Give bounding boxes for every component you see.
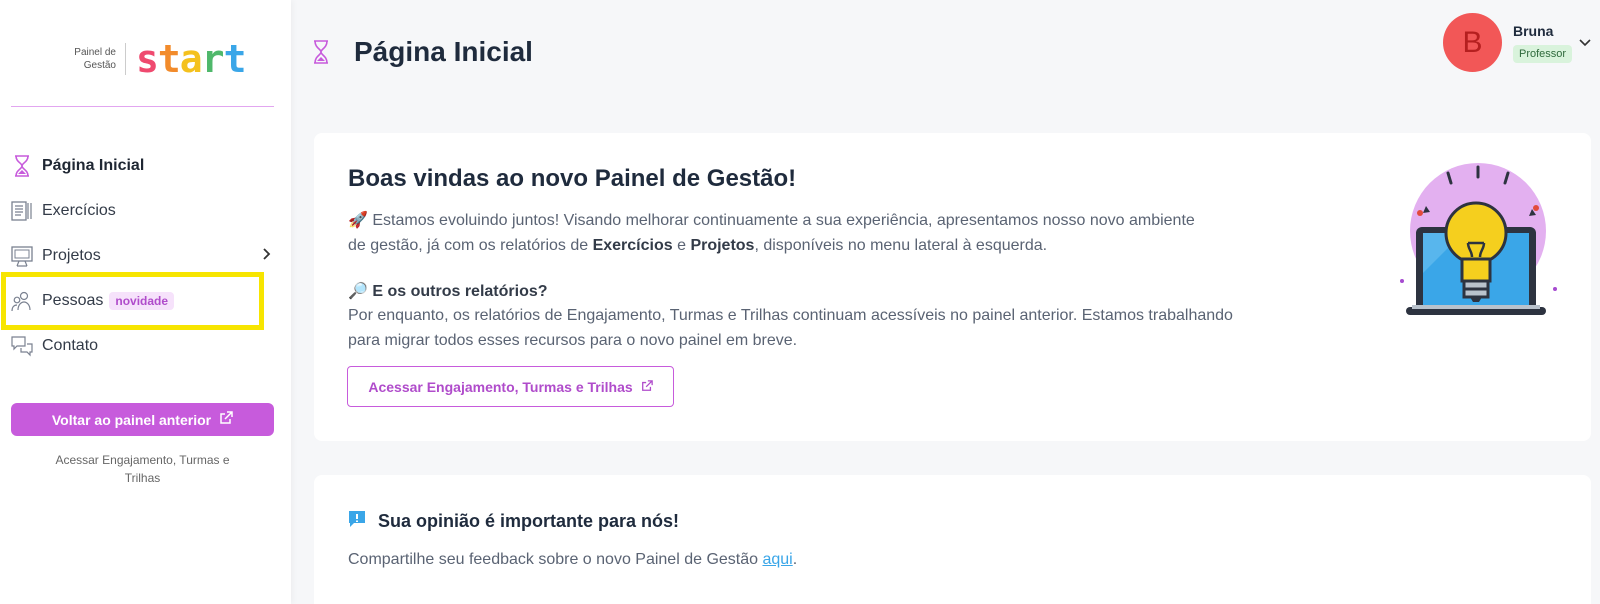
people-icon: [11, 290, 33, 312]
logo-letter: t: [157, 37, 181, 81]
back-button-caption: Acessar Engajamento, Turmas e Trilhas: [55, 453, 230, 485]
new-badge: novidade: [109, 291, 175, 310]
sidebar-item-label: Exercícios: [42, 201, 116, 219]
hourglass-icon: [312, 40, 330, 69]
feedback-link[interactable]: aqui: [762, 551, 792, 568]
monitor-icon: [11, 245, 33, 267]
chevron-right-icon: [262, 245, 272, 266]
lightbulb-laptop-illustration: [1400, 163, 1557, 315]
sidebar-item-exercicios[interactable]: Exercícios: [0, 188, 291, 233]
back-button-label: Voltar ao painel anterior: [51, 411, 212, 428]
welcome-text: , disponíveis no menu lateral à esquerda…: [754, 237, 1048, 254]
other-reports-paragraph: Por enquanto, os relatórios de Engajamen…: [348, 307, 1233, 349]
feedback-heading: Sua opinião é importante para nós!: [348, 510, 679, 533]
logo-letter: s: [136, 37, 159, 81]
external-link-icon: [641, 379, 653, 395]
feedback-paragraph: Compartilhe seu feedback sobre o novo Pa…: [348, 551, 797, 569]
sidebar-nav: Página Inicial Exercícios Projetos Pesso…: [0, 143, 291, 368]
welcome-card: Boas vindas ao novo Painel de Gestão! 🚀 …: [314, 133, 1591, 441]
user-menu[interactable]: B Bruna Professor: [1443, 13, 1595, 73]
logo-separator: [125, 43, 126, 75]
logo-letter: a: [179, 37, 203, 81]
logo-caption-line1: Painel de: [74, 47, 116, 58]
sidebar-item-label: Projetos: [42, 246, 101, 264]
sidebar-item-label: Pessoas: [42, 291, 104, 309]
sidebar-item-pagina-inicial[interactable]: Página Inicial: [0, 143, 291, 188]
feedback-title: Sua opinião é importante para nós!: [378, 511, 680, 531]
sidebar: Painel de Gestão start Página Inicial Ex…: [0, 0, 291, 604]
feedback-icon: [348, 510, 366, 533]
app-logo[interactable]: Painel de Gestão start: [60, 37, 247, 81]
sidebar-divider: [11, 106, 274, 107]
avatar: B: [1443, 13, 1502, 72]
page-title: Página Inicial: [354, 36, 533, 67]
welcome-bold-exercicios: Exercícios: [592, 237, 673, 254]
external-link-icon: [219, 411, 233, 428]
chat-icon: [11, 335, 33, 357]
hourglass-icon: [11, 154, 33, 177]
chevron-down-icon[interactable]: [1578, 35, 1592, 53]
sidebar-item-label: Página Inicial: [42, 156, 145, 174]
sidebar-item-label: Contato: [42, 336, 99, 354]
other-reports-title: 🔎 E os outros relatórios?: [348, 283, 548, 300]
feedback-text: Compartilhe seu feedback sobre o novo Pa…: [348, 551, 763, 568]
welcome-title: Boas vindas ao novo Painel de Gestão!: [348, 165, 797, 192]
welcome-bold-projetos: Projetos: [690, 237, 755, 254]
sidebar-item-contato[interactable]: Contato: [0, 323, 291, 368]
user-name: Bruna: [1513, 23, 1554, 39]
feedback-end: .: [792, 551, 798, 568]
sidebar-item-projetos[interactable]: Projetos: [0, 233, 291, 278]
access-button-label: Acessar Engajamento, Turmas e Trilhas: [368, 378, 633, 395]
logo-caption: Painel de Gestão: [60, 46, 116, 72]
feedback-card: Sua opinião é importante para nós! Compa…: [314, 475, 1591, 604]
document-icon: [11, 200, 33, 222]
logo-caption-line2: Gestão: [83, 60, 116, 71]
welcome-text: e: [672, 237, 691, 254]
logo-letter: r: [201, 37, 225, 81]
logo-letter: t: [223, 37, 247, 81]
welcome-paragraph: 🚀 Estamos evoluindo juntos! Visando melh…: [348, 208, 1198, 258]
sidebar-item-pessoas[interactable]: Pessoas novidade: [0, 278, 291, 323]
back-to-previous-panel-button[interactable]: Voltar ao painel anterior: [11, 403, 274, 436]
access-engagement-button[interactable]: Acessar Engajamento, Turmas e Trilhas: [347, 366, 674, 407]
logo-wordmark: start: [136, 37, 247, 81]
user-role-badge: Professor: [1513, 45, 1573, 63]
